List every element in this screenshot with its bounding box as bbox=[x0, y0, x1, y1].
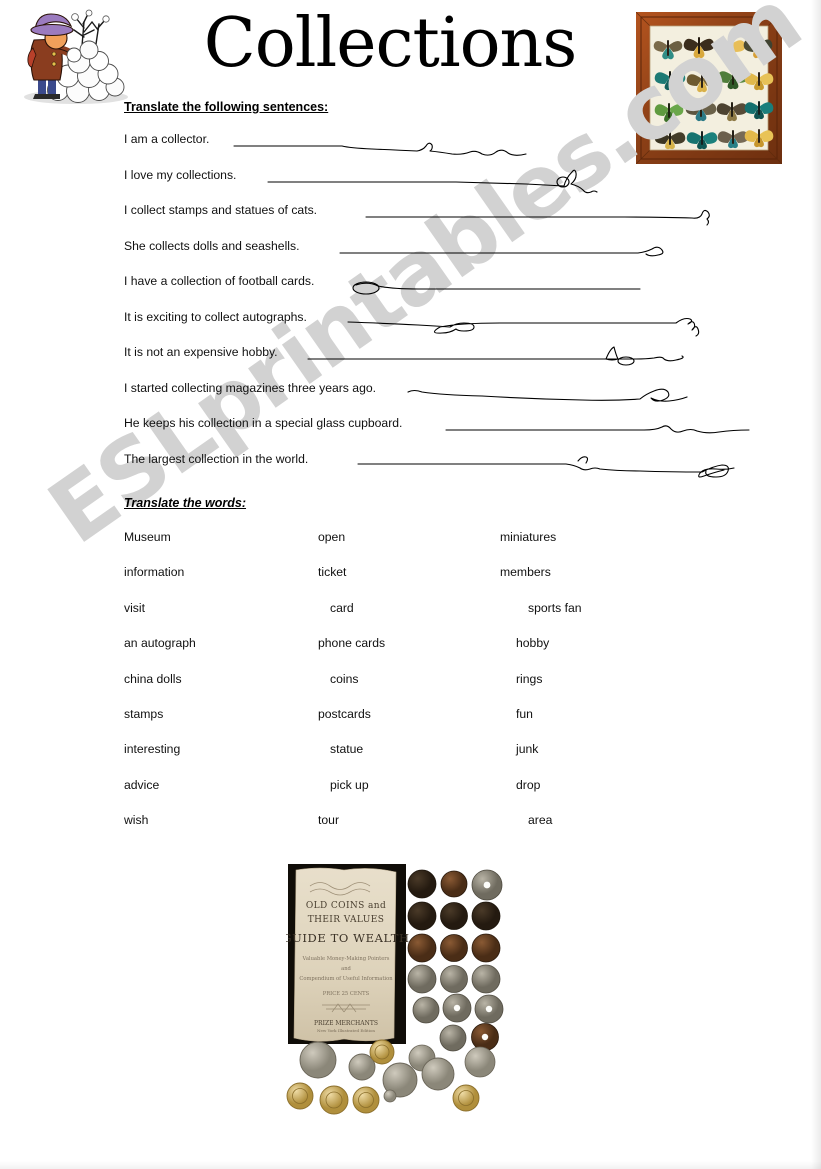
words-section-heading: Translate the words: bbox=[124, 496, 247, 510]
sentence-row: It is exciting to collect autographs. bbox=[124, 310, 814, 346]
word-cell: hobby bbox=[516, 636, 550, 651]
word-row: information ticket members bbox=[124, 565, 684, 600]
sentence-row: The largest collection in the world. bbox=[124, 452, 814, 488]
page-edge-shadow-bottom bbox=[0, 1161, 821, 1169]
word-cell: postcards bbox=[318, 706, 371, 721]
answer-line[interactable] bbox=[346, 306, 716, 337]
sentence-text: I have a collection of football cards. bbox=[124, 274, 315, 288]
sentence-row: He keeps his collection in a special gla… bbox=[124, 416, 814, 452]
answer-line[interactable] bbox=[266, 164, 606, 194]
word-row: advice pick up drop bbox=[124, 778, 684, 813]
word-cell: tour bbox=[318, 813, 340, 828]
word-cell: wish bbox=[124, 813, 149, 828]
sentences-section-heading: Translate the following sentences: bbox=[124, 100, 329, 114]
answer-line[interactable] bbox=[352, 270, 642, 300]
word-cell: interesting bbox=[124, 742, 181, 757]
word-cell: stamps bbox=[124, 706, 164, 721]
answer-line[interactable] bbox=[364, 199, 710, 229]
snowball-collector-clipart bbox=[4, 4, 144, 108]
word-cell: phone cards bbox=[318, 636, 386, 651]
word-cell: statue bbox=[330, 742, 364, 757]
sentence-row: It is not an expensive hobby. bbox=[124, 345, 814, 381]
word-cell: open bbox=[318, 530, 346, 544]
sentence-text: He keeps his collection in a special gla… bbox=[124, 416, 403, 430]
svg-text:OLD COINS and: OLD COINS and bbox=[306, 901, 386, 911]
sentence-row: I love my collections. bbox=[124, 168, 814, 204]
word-row: an autograph phone cards hobby bbox=[124, 636, 684, 671]
sentence-row: I started collecting magazines three yea… bbox=[124, 381, 814, 417]
sentence-row: She collects dolls and seashells. bbox=[124, 239, 814, 275]
answer-line[interactable] bbox=[444, 412, 754, 442]
word-cell: fun bbox=[516, 706, 533, 721]
svg-text:PRICE 25 CENTS: PRICE 25 CENTS bbox=[323, 991, 370, 997]
word-row: Museum open miniatures bbox=[124, 530, 684, 565]
sentence-text: I started collecting magazines three yea… bbox=[124, 380, 377, 395]
word-cell: coins bbox=[330, 671, 359, 686]
svg-text:and: and bbox=[341, 966, 351, 972]
answer-line[interactable] bbox=[232, 128, 532, 158]
answer-line[interactable] bbox=[338, 235, 668, 265]
word-row: interesting statue junk bbox=[124, 742, 684, 777]
sentence-text: I am a collector. bbox=[124, 132, 210, 146]
word-cell: Museum bbox=[124, 530, 171, 544]
word-cell: pick up bbox=[330, 777, 369, 792]
page-title: Collections bbox=[203, 4, 578, 83]
word-cell: an autograph bbox=[124, 636, 196, 651]
word-row: visit card sports fan bbox=[124, 601, 684, 636]
word-row: wish tour area bbox=[124, 813, 684, 848]
svg-text:Compendium of Useful Informati: Compendium of Useful Information bbox=[299, 976, 393, 982]
svg-text:THEIR VALUES: THEIR VALUES bbox=[308, 915, 385, 925]
sentence-row: I collect stamps and statues of cats. bbox=[124, 203, 814, 239]
sentences-list: I am a collector. I love my collections.… bbox=[124, 132, 814, 487]
word-cell: advice bbox=[124, 777, 160, 792]
word-cell: card bbox=[330, 600, 354, 615]
svg-text:New York Illustrated Edition: New York Illustrated Edition bbox=[317, 1028, 375, 1033]
word-cell: area bbox=[528, 813, 553, 828]
svg-text:PRIZE MERCHANTS: PRIZE MERCHANTS bbox=[314, 1020, 378, 1027]
word-cell: rings bbox=[516, 671, 543, 686]
coin-collection-photo: OLD COINS and THEIR VALUES GUIDE TO WEAL… bbox=[282, 862, 510, 1120]
word-cell: information bbox=[124, 565, 185, 580]
svg-text:Valuable Money-Making Pointers: Valuable Money-Making Pointers bbox=[302, 956, 390, 962]
word-cell: drop bbox=[516, 777, 541, 792]
word-cell: china dolls bbox=[124, 671, 182, 686]
sentence-row: I have a collection of football cards. bbox=[124, 274, 814, 310]
answer-line[interactable] bbox=[306, 341, 686, 371]
sentence-text: I love my collections. bbox=[124, 167, 237, 182]
svg-text:GUIDE TO WEALTH: GUIDE TO WEALTH bbox=[286, 931, 410, 945]
sentence-text: It is not an expensive hobby. bbox=[124, 345, 278, 359]
words-list: Museum open miniatures information ticke… bbox=[124, 530, 684, 849]
word-cell: junk bbox=[516, 742, 539, 757]
sentence-text: It is exciting to collect autographs. bbox=[124, 309, 307, 324]
word-row: china dolls coins rings bbox=[124, 672, 684, 707]
worksheet-page: Collections Translate the following sent… bbox=[0, 0, 821, 1169]
sentence-row: I am a collector. bbox=[124, 132, 814, 168]
sentence-text: The largest collection in the world. bbox=[124, 451, 309, 466]
word-cell: miniatures bbox=[500, 530, 557, 544]
sentence-text: She collects dolls and seashells. bbox=[124, 238, 300, 253]
word-row: stamps postcards fun bbox=[124, 707, 684, 742]
answer-line[interactable] bbox=[356, 448, 756, 478]
word-cell: sports fan bbox=[528, 600, 582, 615]
word-cell: members bbox=[500, 565, 551, 580]
word-cell: visit bbox=[124, 600, 145, 615]
answer-line[interactable] bbox=[406, 377, 706, 407]
word-cell: ticket bbox=[318, 565, 347, 580]
sentence-text: I collect stamps and statues of cats. bbox=[124, 203, 318, 217]
